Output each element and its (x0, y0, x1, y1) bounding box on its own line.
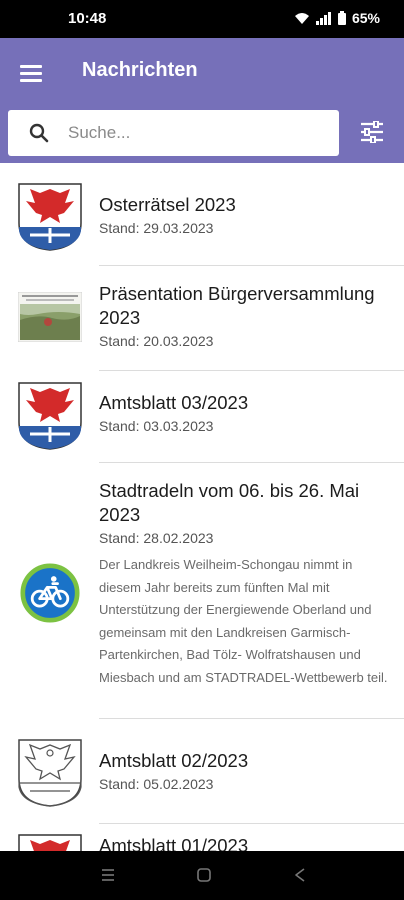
eagle-crest-icon (18, 834, 82, 851)
list-item[interactable]: Amtsblatt 02/2023 Stand: 05.02.2023 (0, 719, 404, 823)
status-icons: 65% (294, 10, 380, 26)
page-title: Nachrichten (82, 59, 198, 81)
news-list: Osterrätsel 2023 Stand: 29.03.2023 Präse… (0, 163, 404, 851)
news-date: Stand: 03.03.2023 (99, 418, 214, 434)
list-item[interactable]: Amtsblatt 03/2023 Stand: 03.03.2023 (0, 371, 404, 461)
list-item[interactable]: Osterrätsel 2023 Stand: 29.03.2023 (0, 163, 404, 265)
list-item[interactable]: Stadtradeln vom 06. bis 26. Mai 2023 Sta… (0, 463, 404, 718)
news-title: Amtsblatt 03/2023 (99, 392, 249, 413)
back-icon[interactable] (292, 867, 308, 883)
app-bar: Nachrichten (0, 38, 404, 163)
eagle-crest-icon (18, 183, 82, 251)
news-date: Stand: 29.03.2023 (99, 220, 214, 236)
recent-apps-icon[interactable] (100, 867, 116, 883)
search-box (8, 110, 339, 156)
eagle-crest-icon (18, 382, 82, 450)
news-title: Stadtradeln vom 06. bis 26. Mai 2023 (99, 480, 360, 525)
list-item[interactable]: Präsentation Bürgerversammlung 2023 Stan… (0, 266, 404, 370)
home-icon[interactable] (196, 867, 212, 883)
battery-icon (337, 11, 346, 25)
presentation-thumbnail (18, 292, 82, 342)
search-input[interactable] (68, 118, 328, 148)
battery-percent: 65% (351, 10, 380, 26)
search-icon (29, 123, 49, 143)
news-date: Stand: 05.02.2023 (99, 776, 214, 792)
news-date: Stand: 28.02.2023 (99, 530, 214, 546)
news-description: Der Landkreis Weilheim-Schongau nimmt in… (99, 557, 388, 685)
status-time: 10:48 (68, 10, 107, 27)
news-date: Stand: 20.03.2023 (99, 333, 214, 349)
news-title: Amtsblatt 02/2023 (99, 750, 249, 771)
wifi-icon (294, 12, 309, 24)
bicycle-icon (20, 563, 80, 623)
news-title: Präsentation Bürgerversammlung 2023 (99, 283, 375, 328)
system-nav-bar (0, 851, 404, 900)
list-item[interactable]: Amtsblatt 01/2023 (0, 824, 404, 851)
news-title: Amtsblatt 01/2023 (99, 835, 249, 851)
news-title: Osterrätsel 2023 (99, 194, 236, 215)
status-bar: 10:48 65% (0, 0, 404, 38)
signal-icon (315, 11, 331, 25)
menu-icon[interactable] (20, 62, 44, 82)
crest-outline-icon (18, 739, 82, 807)
filter-icon[interactable] (360, 121, 384, 143)
